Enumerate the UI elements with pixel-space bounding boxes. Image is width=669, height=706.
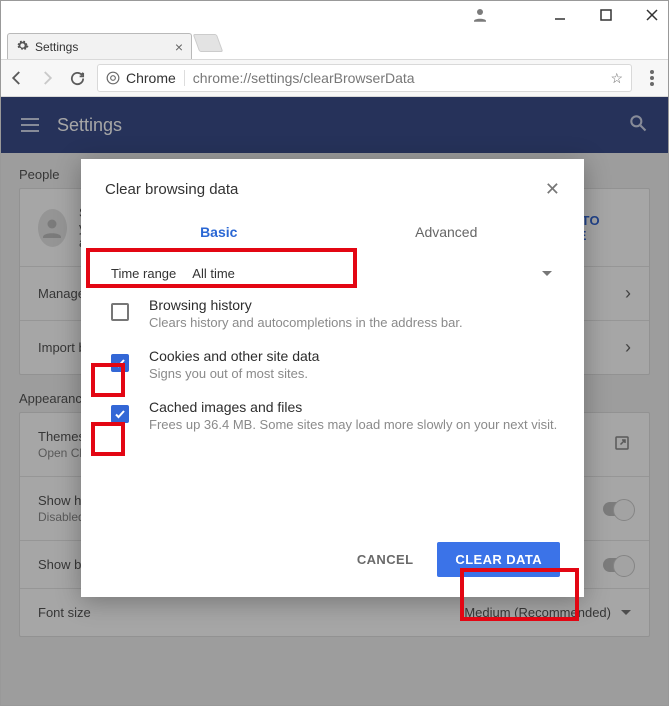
close-window-button[interactable] (644, 7, 660, 23)
url-text: chrome://settings/clearBrowserData (193, 70, 415, 86)
forward-button[interactable] (37, 68, 57, 88)
window-titlebar (1, 1, 668, 29)
option-cache[interactable]: Cached images and files Frees up 36.4 MB… (105, 399, 560, 432)
address-bar[interactable]: Chrome chrome://settings/clearBrowserDat… (97, 64, 632, 92)
gear-icon (16, 39, 29, 55)
tab-advanced[interactable]: Advanced (333, 214, 561, 252)
option-cookies[interactable]: Cookies and other site data Signs you ou… (105, 348, 560, 381)
highlight-clear-button (460, 568, 579, 621)
bookmark-star-icon[interactable]: ☆ (610, 70, 623, 87)
reload-button[interactable] (67, 68, 87, 88)
tab-settings[interactable]: Settings × (7, 33, 192, 59)
highlight-checkbox-cache (91, 422, 125, 456)
dropdown-triangle-icon (542, 271, 552, 276)
dialog-title: Clear browsing data (105, 181, 238, 198)
chrome-menu-button[interactable] (642, 68, 662, 88)
checkbox-browsing-history[interactable] (111, 303, 129, 321)
minimize-button[interactable] (552, 7, 568, 23)
maximize-button[interactable] (598, 7, 614, 23)
cancel-button[interactable]: CANCEL (357, 552, 414, 567)
back-button[interactable] (7, 68, 27, 88)
new-tab-button[interactable] (193, 34, 224, 52)
option-browsing-history[interactable]: Browsing history Clears history and auto… (105, 297, 560, 330)
close-icon[interactable]: ✕ (545, 179, 560, 200)
highlight-time-range (86, 248, 357, 288)
profile-icon[interactable] (1, 6, 489, 24)
checkbox-cache[interactable] (111, 405, 129, 423)
close-tab-icon[interactable]: × (175, 39, 183, 55)
tab-basic[interactable]: Basic (105, 214, 333, 252)
tab-strip: Settings × (1, 29, 668, 59)
clear-browsing-data-dialog: Clear browsing data ✕ Basic Advanced Tim… (81, 159, 584, 597)
chrome-origin-chip: Chrome (106, 70, 185, 86)
highlight-checkbox-cookies (91, 363, 125, 397)
browser-toolbar: Chrome chrome://settings/clearBrowserDat… (1, 59, 668, 97)
dialog-tabs: Basic Advanced (105, 214, 560, 252)
tab-title: Settings (35, 40, 78, 54)
